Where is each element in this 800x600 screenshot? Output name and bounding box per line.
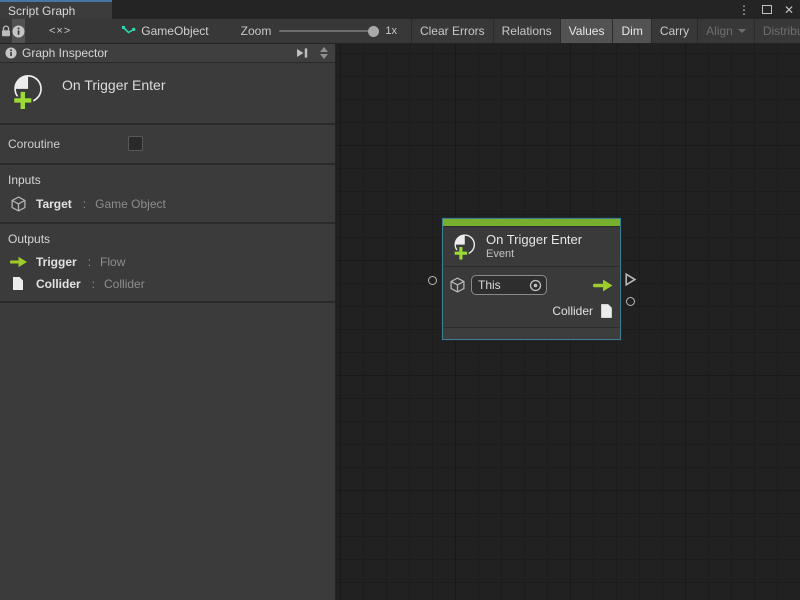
port-name: Trigger: [36, 255, 77, 269]
window-controls: ⋮ ✕: [738, 0, 794, 19]
outputs-title: Outputs: [8, 232, 327, 246]
tab-bar: Script Graph ⋮ ✕: [0, 0, 800, 19]
coroutine-row: Coroutine: [0, 125, 335, 165]
script-graph-window: Script Graph ⋮ ✕ <×> GameObject Zoom: [0, 0, 800, 600]
inputs-title: Inputs: [8, 173, 327, 187]
dock-icon[interactable]: [295, 47, 309, 59]
zoom-control: Zoom 1x: [233, 19, 405, 43]
outputs-section: Outputs Trigger : Flow Collider : Collid…: [0, 224, 335, 303]
port-type: Game Object: [95, 197, 166, 211]
close-icon[interactable]: ✕: [784, 4, 794, 16]
dim-button[interactable]: Dim: [613, 19, 650, 43]
port-name: Collider: [36, 277, 81, 291]
coroutine-checkbox[interactable]: [128, 136, 143, 151]
spinner-up-icon: [320, 47, 328, 52]
event-icon: [450, 233, 478, 261]
object-picker-icon[interactable]: [529, 279, 542, 292]
node-footer: [443, 327, 620, 339]
document-icon: [600, 303, 613, 319]
maximize-icon[interactable]: [762, 5, 772, 14]
info-icon: [5, 47, 17, 59]
cube-icon: [8, 196, 28, 212]
node-titles: On Trigger Enter Event: [486, 232, 582, 261]
chevron-down-icon: [738, 29, 746, 33]
code-icon: <×>: [49, 25, 71, 37]
values-button[interactable]: Values: [561, 19, 613, 43]
inspector-empty-space: [0, 303, 335, 600]
node-color-bar: [443, 219, 620, 227]
flow-arrow-icon: [8, 256, 28, 268]
port-type: Flow: [100, 255, 125, 269]
spinner-down-icon: [320, 54, 328, 59]
main-area: Graph Inspector On Trigger Enter Corouti…: [0, 44, 800, 600]
node-subtitle: Event: [486, 248, 582, 261]
port-trigger-flow-output[interactable]: [624, 272, 637, 287]
relations-button[interactable]: Relations: [494, 19, 560, 43]
target-value-field[interactable]: This: [471, 275, 547, 295]
tab-label: Script Graph: [8, 4, 75, 18]
collider-output-label: Collider: [552, 304, 593, 318]
output-row-trigger: Trigger : Flow: [8, 255, 327, 269]
node-row-target: This: [450, 273, 613, 297]
flow-arrow-icon: [592, 279, 613, 292]
panel-spinner[interactable]: [320, 47, 328, 59]
toolbar-button-group: Clear Errors Relations Values Dim Carry …: [411, 19, 800, 43]
tab-script-graph[interactable]: Script Graph: [0, 0, 112, 19]
graph-inspector-panel: Graph Inspector On Trigger Enter Corouti…: [0, 44, 336, 600]
clear-errors-button[interactable]: Clear Errors: [412, 19, 493, 43]
zoom-label: Zoom: [241, 24, 272, 38]
graph-inspector-header: Graph Inspector: [0, 44, 335, 63]
carry-button[interactable]: Carry: [652, 19, 697, 43]
unit-header: On Trigger Enter: [0, 63, 335, 125]
port-type: Collider: [104, 277, 145, 291]
target-field-value: This: [478, 278, 525, 292]
lock-button[interactable]: [0, 19, 12, 43]
menu-icon[interactable]: ⋮: [738, 4, 750, 16]
inspector-toggle-button[interactable]: [12, 19, 25, 43]
node-ports-area: This Collider: [443, 266, 620, 327]
input-row-target: Target : Game Object: [8, 196, 327, 212]
distribute-dropdown[interactable]: Distribute: [755, 19, 800, 43]
coroutine-label: Coroutine: [8, 137, 128, 151]
event-icon: [8, 73, 46, 111]
gameobject-label: GameObject: [141, 24, 208, 38]
gameobject-graph-icon: [121, 24, 136, 38]
lock-icon: [0, 25, 12, 38]
gameobject-reference[interactable]: GameObject: [111, 19, 218, 43]
toolbar: <×> GameObject Zoom 1x Clear Errors Rela…: [0, 19, 800, 44]
panel-title: Graph Inspector: [22, 46, 290, 60]
port-name: Target: [36, 197, 72, 211]
graph-canvas[interactable]: On Trigger Enter Event This: [336, 44, 800, 600]
code-view-button[interactable]: <×>: [41, 19, 79, 43]
document-icon: [8, 276, 28, 291]
zoom-value: 1x: [385, 25, 397, 37]
node-on-trigger-enter[interactable]: On Trigger Enter Event This: [442, 218, 621, 340]
cube-icon: [450, 277, 465, 293]
zoom-slider[interactable]: [279, 30, 377, 32]
info-icon: [12, 25, 25, 38]
node-title: On Trigger Enter: [486, 232, 582, 248]
align-dropdown[interactable]: Align: [698, 19, 754, 43]
inputs-section: Inputs Target : Game Object: [0, 165, 335, 224]
zoom-slider-handle[interactable]: [368, 26, 379, 37]
output-row-collider: Collider : Collider: [8, 276, 327, 291]
unit-title: On Trigger Enter: [62, 73, 166, 93]
node-row-collider: Collider: [450, 299, 613, 323]
port-collider-output[interactable]: [626, 297, 635, 306]
node-body-frame[interactable]: On Trigger Enter Event This: [442, 218, 621, 340]
node-header[interactable]: On Trigger Enter Event: [443, 227, 620, 266]
port-target-input[interactable]: [428, 276, 437, 285]
